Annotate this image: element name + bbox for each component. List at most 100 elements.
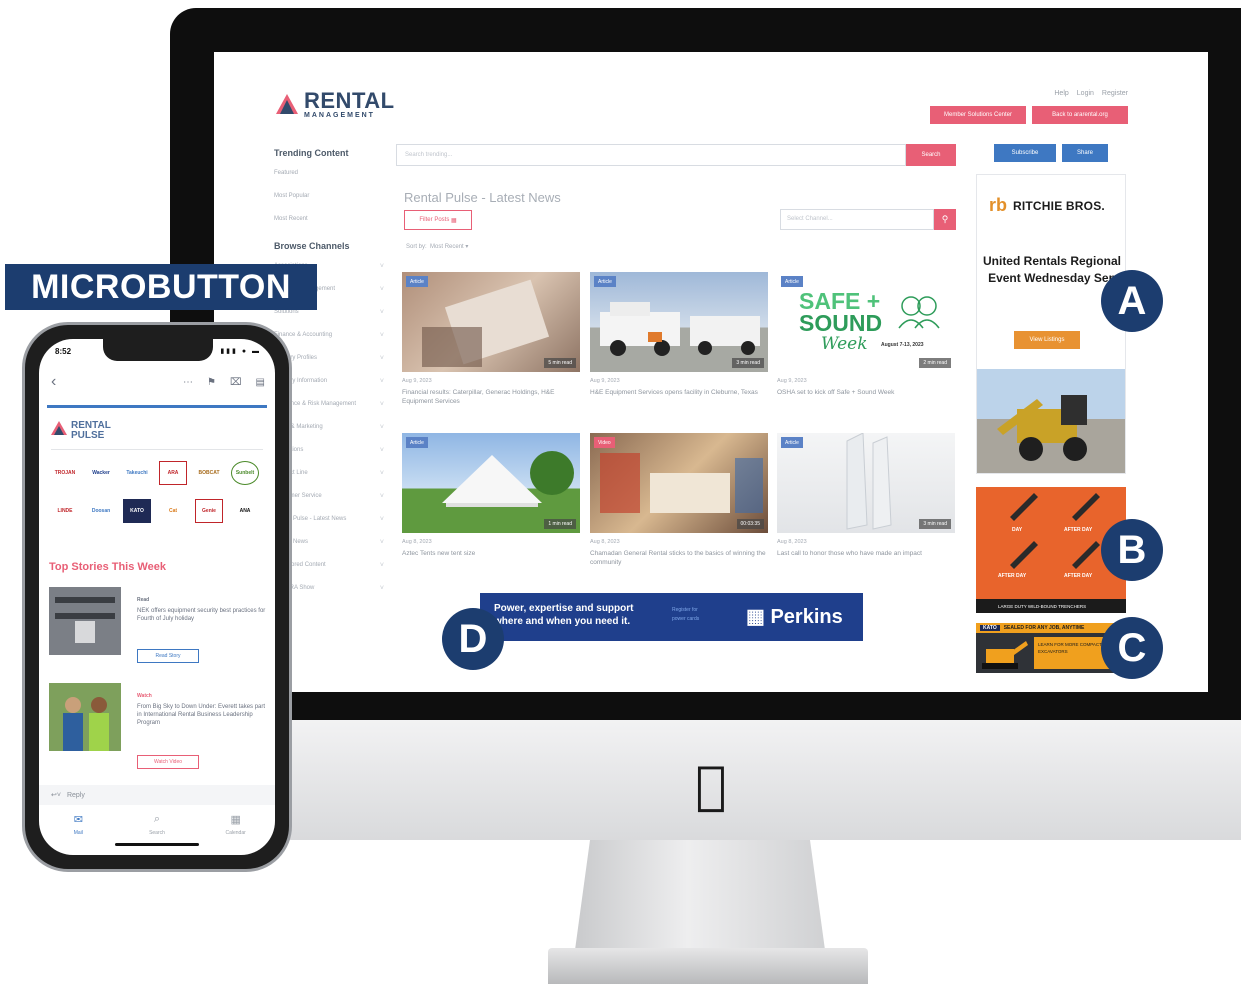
chevron-down-icon: ˅ — [379, 263, 384, 270]
perkins-ad[interactable]: Power, expertise and support where and w… — [480, 593, 863, 641]
phone-screen: 8:52 ▮▮▮ ● ▬ ‹ ⋯ ⚑ ⌧ ▤ RENTAL PULSE TROJ — [39, 339, 275, 855]
sidebar-channel-item[interactable]: Finance & Accounting ˅ — [274, 332, 384, 355]
sponsor-logo[interactable]: Wacker — [87, 461, 115, 485]
logo-triangle-icon — [276, 94, 298, 114]
card-headline: H&E Equipment Services opens facility in… — [590, 389, 758, 396]
chevron-down-icon: ˅ — [379, 332, 384, 339]
sort-by[interactable]: Sort by: Most Recent ▾ — [406, 243, 468, 250]
pulse-triangle-icon — [51, 421, 67, 435]
chevron-down-icon: ˅ — [379, 424, 384, 431]
chevron-down-icon: ˅ — [379, 562, 384, 569]
card-read-time: 5 min read — [544, 358, 576, 368]
card-thumbnail: Article 5 min read — [402, 272, 580, 372]
perkins-claim: Power, expertise and support where and w… — [494, 603, 634, 627]
member-solutions-button[interactable]: Member Solutions Center — [930, 106, 1026, 124]
sponsor-logo[interactable]: BOBCAT — [195, 461, 223, 485]
rental-management-logo[interactable]: RENTAL MANAGEMENT — [276, 90, 395, 124]
sponsor-logo[interactable]: Doosan — [87, 499, 115, 523]
news-card[interactable]: Article 5 min read Aug 9, 2023 Financial… — [402, 272, 580, 406]
login-link[interactable]: Login — [1077, 90, 1094, 97]
top-links: Help Login Register — [1054, 90, 1128, 97]
rb-mark: rb — [989, 195, 1007, 215]
news-card[interactable]: Article 3 min read Aug 9, 2023 H&E Equip… — [590, 272, 768, 397]
mail-toolbar: ‹ ⋯ ⚑ ⌧ ▤ — [39, 369, 275, 399]
tab-calendar[interactable]: ▦ Calendar — [211, 813, 261, 855]
trencher-label: AFTER DAY — [1064, 573, 1093, 579]
sidebar-item-featured[interactable]: Featured — [274, 170, 384, 193]
chevron-down-icon: ˅ — [379, 447, 384, 454]
card-read-time: 3 min read — [732, 358, 764, 368]
card-thumbnail: Article 3 min read — [590, 272, 768, 372]
sponsor-logo[interactable]: Genie — [195, 499, 223, 523]
search-button[interactable]: Search — [906, 144, 956, 166]
telehandler-photo — [977, 369, 1125, 473]
subscribe-button[interactable]: Subscribe — [994, 144, 1056, 162]
trencher-label: AFTER DAY — [1064, 527, 1093, 533]
sidebar-item-recent[interactable]: Most Recent — [274, 216, 384, 239]
card-photo-tent — [442, 451, 574, 507]
back-to-site-button[interactable]: Back to ararental.org — [1032, 106, 1128, 124]
sponsor-logo[interactable]: LINDE — [51, 499, 79, 523]
sponsor-logo[interactable]: KATO — [123, 499, 151, 523]
more-icon[interactable]: ⋯ — [183, 377, 193, 388]
card-headline: OSHA set to kick off Safe + Sound Week — [777, 389, 895, 396]
news-card[interactable]: Article 1 min read Aug 8, 2023 Aztec Ten… — [402, 433, 580, 558]
reply-bar[interactable]: ↩˅ Reply — [39, 785, 275, 805]
channel-search-icon[interactable]: ⚲ — [934, 209, 956, 230]
callout-b: B — [1101, 519, 1163, 581]
trash-icon[interactable]: ⌧ — [230, 377, 242, 388]
card-thumbnail: Article 3 min read — [777, 433, 955, 533]
kato-headline: SEALED FOR ANY JOB, ANYTIME — [1003, 625, 1085, 631]
card-date: Aug 9, 2023 — [402, 378, 432, 384]
help-link[interactable]: Help — [1054, 90, 1068, 97]
sponsor-logo[interactable]: Sunbelt — [231, 461, 259, 485]
register-link[interactable]: Register — [1102, 90, 1128, 97]
sponsor-logo[interactable]: Takeuchi — [123, 461, 151, 485]
sidebar-item-popular[interactable]: Most Popular — [274, 193, 384, 216]
trencher-label: DAY — [1012, 527, 1023, 533]
search-input[interactable]: Search trending... — [396, 144, 906, 166]
chevron-down-icon: ˅ — [379, 470, 384, 477]
archive-icon[interactable]: ▤ — [256, 377, 265, 388]
share-button[interactable]: Share — [1062, 144, 1108, 162]
news-card[interactable]: SAFE + SOUND Week August 7-13, 2023 Arti… — [777, 272, 955, 397]
safe-sound-graphic: SAFE + SOUND — [799, 288, 883, 336]
ritchie-bros-ad[interactable]: rb RITCHIE BROS. United Rentals Regional… — [976, 174, 1126, 474]
channel-select-input[interactable]: Select Channel... — [780, 209, 934, 230]
chevron-down-icon: ˅ — [379, 539, 384, 546]
card-photo-calculator — [422, 279, 550, 367]
story-headline[interactable]: From Big Sky to Down Under: Everett take… — [137, 703, 267, 727]
tab-search[interactable]: ⌕ Search — [132, 813, 182, 855]
sidebar-channel-item[interactable]: Solutions ˅ — [274, 309, 384, 332]
tab-mail[interactable]: ✉ Mail — [53, 813, 103, 855]
safe-sound-week: Week — [821, 334, 868, 354]
safe-sound-dates: August 7-13, 2023 — [881, 342, 924, 348]
chevron-down-icon: ˅ — [379, 286, 384, 293]
back-chevron-icon[interactable]: ‹ — [51, 373, 56, 391]
trencher-footer: LARGE DUTY WILD-BOUND TRENCHERS — [976, 599, 1126, 613]
perkins-logo: ▦ Perkins — [746, 606, 843, 628]
card-read-time: 2 min read — [919, 358, 951, 368]
news-card[interactable]: Article 3 min read Aug 8, 2023 Last call… — [777, 433, 955, 558]
sponsor-logo[interactable]: TROJAN — [51, 461, 79, 485]
card-tag: Article — [406, 437, 428, 448]
chevron-down-icon: ˅ — [379, 585, 384, 592]
flag-icon[interactable]: ⚑ — [207, 377, 216, 388]
story-headline[interactable]: NEK offers equipment security best pract… — [137, 607, 267, 623]
filter-posts-button[interactable]: Filter Posts ▦ — [404, 210, 472, 230]
view-listings-button[interactable]: View Listings — [1014, 331, 1080, 349]
news-card[interactable]: Video 00:03:35 Aug 8, 2023 Chamadan Gene… — [590, 433, 768, 567]
browse-heading: Browse Channels — [274, 241, 350, 251]
chevron-down-icon: ˅ — [379, 516, 384, 523]
watch-video-button[interactable]: Watch Video — [137, 755, 199, 769]
reply-label: Reply — [66, 791, 85, 799]
pulse-divider — [51, 449, 263, 450]
card-thumbnail: Video 00:03:35 — [590, 433, 768, 533]
read-story-button[interactable]: Read Story — [137, 649, 199, 663]
sponsor-logo[interactable]: ANA — [231, 499, 259, 523]
section-title: Rental Pulse - Latest News — [404, 190, 561, 205]
sponsor-logo[interactable]: ARA — [159, 461, 187, 485]
rental-pulse-logo: RENTAL PULSE — [51, 421, 111, 441]
sponsor-logo[interactable]: Cat — [159, 499, 187, 523]
status-icons: ▮▮▮ ● ▬ — [220, 348, 261, 355]
